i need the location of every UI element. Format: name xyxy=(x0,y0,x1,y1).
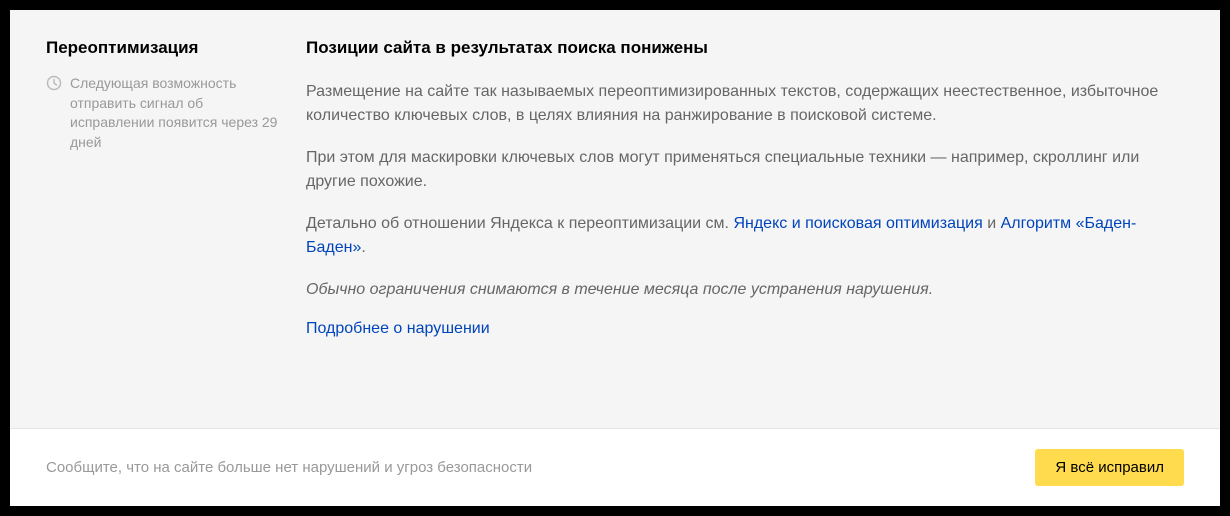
paragraph3-prefix: Детально об отношении Яндекса к переопти… xyxy=(306,215,733,232)
paragraph3-mid: и xyxy=(983,215,1001,232)
card-footer: Сообщите, что на сайте больше нет наруше… xyxy=(10,428,1220,506)
sidebar: Переоптимизация Следующая возможность от… xyxy=(46,38,306,408)
paragraph3-suffix: . xyxy=(361,239,365,256)
violation-type-title: Переоптимизация xyxy=(46,38,286,58)
footer-hint: Сообщите, что на сайте больше нет наруше… xyxy=(46,459,532,476)
restriction-note: Обычно ограничения снимаются в течение м… xyxy=(306,278,1184,302)
main-content: Позиции сайта в результатах поиска пониж… xyxy=(306,38,1184,408)
description-paragraph-3: Детально об отношении Яндекса к переопти… xyxy=(306,212,1184,260)
description-paragraph-2: При этом для маскировки ключевых слов мо… xyxy=(306,146,1184,194)
violation-heading: Позиции сайта в результатах поиска пониж… xyxy=(306,38,1184,58)
yandex-seo-link[interactable]: Яндекс и поисковая оптимизация xyxy=(733,215,982,232)
description-paragraph-1: Размещение на сайте так называемых перео… xyxy=(306,80,1184,128)
fixed-button[interactable]: Я всё исправил xyxy=(1035,449,1184,486)
next-signal-info: Следующая возможность отправить сигнал о… xyxy=(70,74,286,152)
violation-card: Переоптимизация Следующая возможность от… xyxy=(10,10,1220,506)
card-content: Переоптимизация Следующая возможность от… xyxy=(10,10,1220,428)
sidebar-info: Следующая возможность отправить сигнал о… xyxy=(46,74,286,152)
more-about-violation-link[interactable]: Подробнее о нарушении xyxy=(306,320,490,338)
clock-icon xyxy=(46,75,62,96)
